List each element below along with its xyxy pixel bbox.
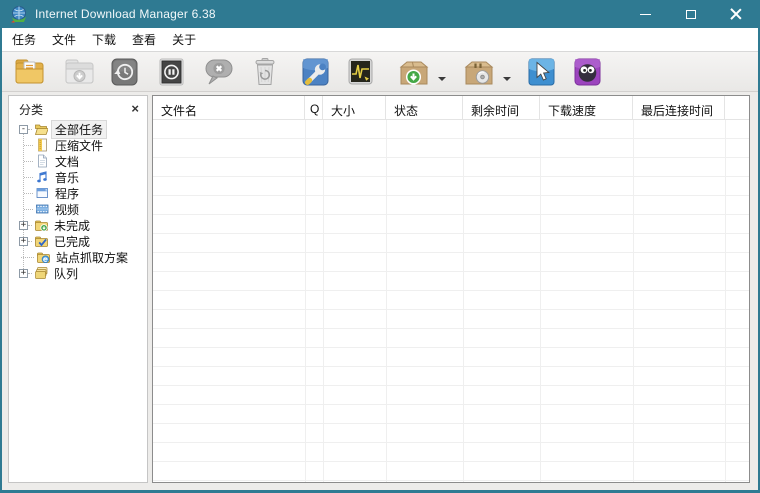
tree-item-all-tasks[interactable]: - 全部任务: [9, 119, 147, 139]
folder-download-icon: [35, 220, 48, 232]
tree-item-label: 压缩文件: [55, 138, 104, 153]
tree-item-label: 站点抓取方案: [56, 250, 129, 265]
minimize-icon: [640, 13, 651, 15]
stop-button[interactable]: [154, 56, 188, 88]
restart-button[interactable]: [107, 56, 141, 88]
tree-item-grabber-projects[interactable]: 站点抓取方案: [9, 249, 147, 265]
tella-button[interactable]: [570, 56, 604, 88]
category-tree: - 全部任务 压缩文件 文档 音乐 程序 视频 + 未完成 + 已完成 站点抓取…: [9, 118, 147, 281]
waveform-monitor-icon: [348, 58, 373, 85]
tree-item-music[interactable]: 音乐: [9, 169, 147, 185]
restart-clock-icon: [111, 58, 138, 86]
video-film-icon: [36, 204, 49, 214]
stop-queue-dropdown[interactable]: [499, 56, 515, 88]
column-header-size[interactable]: 大小: [323, 96, 386, 119]
folder-ie-icon: [37, 252, 50, 264]
maximize-button[interactable]: [668, 0, 713, 28]
delete-all-completed-button[interactable]: [248, 56, 282, 88]
start-queue-button[interactable]: [397, 56, 431, 88]
menu-file[interactable]: 文件: [44, 27, 84, 52]
window-title: Internet Download Manager 6.38: [35, 7, 216, 21]
column-header-last-try[interactable]: 最后连接时间: [633, 96, 725, 119]
grabber-button[interactable]: [524, 56, 558, 88]
box-disc-icon: [464, 61, 494, 85]
tree-item-label: 未完成: [54, 218, 91, 233]
tree-item-label: 已完成: [54, 234, 91, 249]
categories-header: 分类 ×: [9, 96, 147, 118]
tree-item-documents[interactable]: 文档: [9, 153, 147, 169]
categories-panel: 分类 × - 全部任务 压缩文件 文档 音乐 程序 视频 + 未完成 + 已完成…: [8, 95, 148, 483]
idm-window: Internet Download Manager 6.38 任务 文件 下载 …: [0, 0, 760, 493]
maximize-icon: [685, 9, 696, 19]
table-header-row: 文件名 Q 大小 状态 剩余时间 下载速度 最后连接时间: [153, 96, 749, 120]
program-window-icon: [36, 188, 48, 198]
downloads-table: 文件名 Q 大小 状态 剩余时间 下载速度 最后连接时间: [152, 95, 750, 483]
chevron-down-icon: [438, 77, 446, 81]
tella-mascot-icon: [574, 58, 601, 86]
tree-item-unfinished[interactable]: + 未完成: [9, 217, 147, 233]
scheduler-button[interactable]: [343, 56, 377, 88]
column-header-status[interactable]: 状态: [386, 96, 463, 119]
tree-item-label: 视频: [55, 202, 80, 217]
document-icon: [38, 154, 47, 168]
minimize-button[interactable]: [623, 0, 668, 28]
column-header-speed[interactable]: 下载速度: [540, 96, 633, 119]
window-controls: [623, 0, 758, 28]
tree-item-video[interactable]: 视频: [9, 201, 147, 217]
expand-toggle[interactable]: +: [19, 236, 28, 246]
categories-title: 分类: [19, 102, 44, 117]
start-queue-dropdown[interactable]: [434, 56, 450, 88]
stacked-folders-icon: [35, 267, 48, 279]
tree-item-label: 文档: [55, 154, 80, 169]
cursor-arrow-icon: [528, 58, 555, 86]
tree-item-label: 程序: [55, 186, 80, 201]
open-folder-icon: [34, 124, 48, 135]
column-header-time-left[interactable]: 剩余时间: [463, 96, 540, 119]
content-area: 分类 × - 全部任务 压缩文件 文档 音乐 程序 视频 + 未完成 + 已完成…: [2, 92, 758, 488]
categories-close-button[interactable]: ×: [129, 102, 141, 115]
tree-item-finished[interactable]: + 已完成: [9, 233, 147, 249]
box-download-icon: [399, 61, 429, 85]
tree-item-label: 队列: [54, 266, 79, 281]
tree-item-programs[interactable]: 程序: [9, 185, 147, 201]
menu-about[interactable]: 关于: [164, 27, 204, 52]
close-button[interactable]: [713, 0, 758, 28]
chevron-down-icon: [503, 77, 511, 81]
tree-item-queues[interactable]: + 队列: [9, 265, 147, 281]
toolbar: [2, 52, 758, 92]
table-body-empty: [153, 120, 749, 482]
menu-view[interactable]: 查看: [124, 27, 164, 52]
stop-queue-button[interactable]: [462, 56, 496, 88]
titlebar: Internet Download Manager 6.38: [2, 0, 758, 28]
idm-logo-icon: [11, 6, 26, 23]
expand-toggle[interactable]: +: [19, 220, 28, 230]
folder-add-url-icon: [15, 59, 44, 84]
zip-file-icon: [38, 138, 47, 152]
column-header-q[interactable]: Q: [305, 96, 323, 119]
stop-pause-icon: [159, 58, 184, 86]
menu-tasks[interactable]: 任务: [4, 27, 44, 52]
menu-download[interactable]: 下载: [84, 27, 124, 52]
menubar: 任务 文件 下载 查看 关于: [2, 28, 758, 52]
close-icon: [730, 8, 742, 20]
add-url-button[interactable]: [12, 56, 46, 88]
trash-recycle-icon: [255, 58, 275, 85]
folder-check-icon: [35, 236, 48, 247]
collapse-toggle[interactable]: -: [19, 124, 28, 134]
resume-button[interactable]: [62, 56, 96, 88]
expand-toggle[interactable]: +: [19, 268, 28, 278]
tree-item-label: 音乐: [55, 170, 80, 185]
music-note-icon: [37, 171, 47, 183]
balloon-x-icon: [205, 59, 233, 85]
options-button[interactable]: [298, 56, 332, 88]
column-header-filler: [725, 96, 749, 119]
stop-all-button[interactable]: [202, 56, 236, 88]
folder-resume-icon: [65, 59, 94, 84]
wrench-icon: [302, 58, 329, 86]
tree-item-compressed[interactable]: 压缩文件: [9, 137, 147, 153]
column-header-filename[interactable]: 文件名: [153, 96, 305, 119]
